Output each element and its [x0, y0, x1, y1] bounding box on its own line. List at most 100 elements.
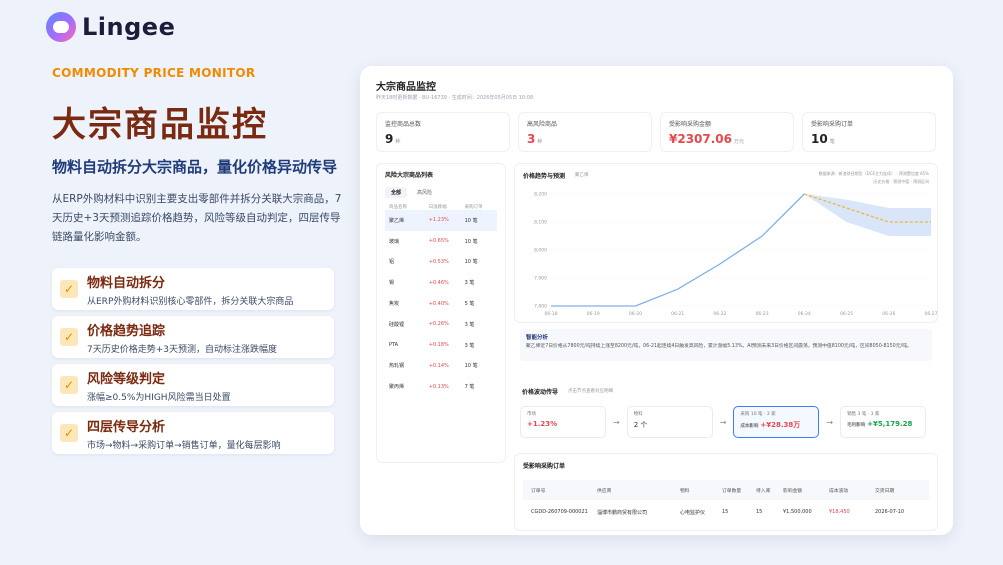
stat-value: ¥2307.06	[669, 132, 733, 146]
node-label: 采购	[740, 412, 750, 417]
tab-high-risk[interactable]: 高风险	[411, 187, 438, 198]
lingee-logo-icon	[46, 12, 76, 42]
list-item[interactable]: 硅酸锂 +0.26% 3 笔	[385, 314, 497, 335]
daily-change: +0.18%	[428, 342, 449, 349]
propagation-title: 价格波动传导	[522, 389, 559, 396]
order-count: 7 笔	[464, 384, 475, 391]
node-market[interactable]: 市场 +1.23%	[520, 406, 606, 438]
commodity-name: 铝	[389, 259, 395, 266]
column-header: 订单号	[531, 488, 546, 494]
daily-change: +0.53%	[428, 258, 449, 265]
node-material[interactable]: 物料 2 个	[626, 406, 713, 438]
risk-list-title: 风险大宗商品列表	[385, 172, 434, 179]
stat-unit: 种	[395, 139, 401, 145]
affected-orders: 受影响采购订单 订单号 供应商 物料 订单数量 待入库 影响金额 成本波动 交货…	[514, 453, 938, 531]
daily-change: +0.46%	[428, 279, 449, 286]
risk-rows: 聚乙烯 +1.23% 10 笔玻璃 +0.65% 10 笔铝 +0.53% 10 笔锡 +0.…	[385, 210, 497, 397]
panel-meta: 昨天18时更新数据 · BU-16739 · 生成时间：2026年05月05日 …	[376, 95, 534, 101]
daily-change: +0.14%	[428, 362, 449, 369]
node-label: 市场	[527, 412, 536, 417]
propagation-subtitle: 点击节点查看对应明细	[568, 389, 613, 394]
x-tick-label: 06-27	[924, 311, 937, 317]
commodity-name: 焦炭	[389, 301, 400, 308]
feature-card: ✓ 物料自动拆分 从ERP外购材料识别核心零部件，拆分关联大宗商品	[52, 268, 334, 310]
chart-title: 价格趋势与预测	[523, 173, 566, 180]
feature-title: 风险等级判定	[87, 371, 166, 387]
legend-forecast: 预测中值	[893, 179, 910, 184]
stat-unit: 种	[537, 139, 543, 145]
ai-title: 智能分析	[526, 335, 549, 341]
hero-title: 大宗商品监控	[52, 105, 268, 145]
check-icon: ✓	[60, 328, 78, 346]
stat-value: 9	[385, 132, 394, 146]
price-trend-chart: 价格趋势与预测 聚乙烯 数据来源：新浪财经期货（DCE主力连续） · 预测置信度…	[514, 163, 938, 323]
commodity-name: 锡	[389, 280, 395, 287]
cost-change: ¥18,450	[829, 509, 850, 515]
list-item[interactable]: 聚乙烯 +1.23% 10 笔	[385, 210, 497, 231]
list-item[interactable]: 玻璃 +0.65% 10 笔	[385, 231, 497, 252]
table-row[interactable]: CGDD-260709-000021 淄博市鹏商贸有限公司 心电监护仪 15 1…	[523, 502, 929, 522]
column-header: 物料	[680, 488, 690, 494]
impact-amount: ¥1,500,000	[783, 509, 812, 515]
dashboard-panel: 大宗商品监控 昨天18时更新数据 · BU-16739 · 生成时间：2026年…	[360, 66, 953, 535]
node-label2: 毛利影响	[847, 423, 866, 428]
column-header: 供应商	[597, 488, 612, 494]
stat-label: 监控商品总数	[385, 121, 422, 128]
supplier: 淄博市鹏商贸有限公司	[597, 509, 648, 516]
feature-desc: 7天历史价格走势+3天预测，自动标注涨跌幅度	[87, 344, 277, 355]
chart-plot: 7,800 7,900 8,000 8,100 8,200 06-18 06-19 06-20…	[534, 192, 938, 318]
x-tick-label: 06-22	[713, 311, 726, 317]
y-tick-label: 7,900	[534, 276, 547, 282]
x-tick-label: 06-26	[882, 311, 895, 317]
brand-logo: Lingee	[46, 12, 175, 42]
list-item[interactable]: 聚丙烯 +0.13% 7 笔	[385, 376, 497, 397]
stat-card-affected-orders: 受影响采购订单 10 笔	[802, 112, 936, 152]
commodity-name: 热轧钢	[389, 363, 405, 370]
daily-change: +0.40%	[428, 300, 449, 307]
tab-all[interactable]: 全部	[385, 187, 408, 198]
commodity-name: 聚丙烯	[389, 384, 405, 391]
hero-description: 从ERP外购材料中识别主要支出零部件并拆分关联大宗商品，7天历史+3天预测追踪价…	[52, 193, 342, 243]
column-header: 交货日期	[875, 488, 895, 494]
brand-name: Lingee	[82, 13, 176, 41]
commodity-name: 硅酸锂	[389, 321, 405, 328]
column-header: 待入库	[756, 488, 771, 494]
feature-list: ✓ 物料自动拆分 从ERP外购材料识别核心零部件，拆分关联大宗商品 ✓ 价格趋势…	[52, 268, 334, 454]
legend-history: 历史价格	[873, 179, 890, 184]
ai-analysis: 智能分析 聚乙烯近7日价格从7800元/吨持续上涨至8200元/吨，06-21起…	[520, 329, 932, 361]
column-header: 影响金额	[783, 488, 803, 494]
order-id: CGDD-260709-000021	[531, 509, 588, 515]
stat-card-affected-amount: 受影响采购金额 ¥2307.06 万元	[660, 112, 794, 152]
stat-label: 受影响采购金额	[669, 121, 712, 128]
risk-table-header: 商品名称 日涨跌幅 采购订单	[385, 204, 497, 210]
y-tick-label: 8,100	[534, 220, 547, 226]
check-icon: ✓	[60, 376, 78, 394]
orders-table-header: 订单号 供应商 物料 订单数量 待入库 影响金额 成本波动 交货日期	[523, 480, 929, 500]
list-item[interactable]: 铝 +0.53% 10 笔	[385, 252, 497, 273]
feature-title: 物料自动拆分	[87, 275, 166, 291]
node-purchase[interactable]: 采购 10 笔 · 3 家 成本影响 +¥28.38万	[733, 406, 820, 438]
list-item[interactable]: PTA +0.18% 3 笔	[385, 335, 497, 356]
list-item[interactable]: 焦炭 +0.40% 5 笔	[385, 293, 497, 314]
x-tick-label: 06-18	[544, 311, 557, 317]
risk-commodity-list: 风险大宗商品列表 全部 高风险 商品名称 日涨跌幅 采购订单 聚乙烯 +1.23%…	[376, 163, 506, 463]
y-tick-label: 8,200	[534, 192, 547, 198]
daily-change: +1.23%	[428, 217, 449, 224]
order-count: 3 笔	[464, 342, 475, 349]
order-count: 10 笔	[464, 238, 478, 245]
arrow-right-icon: →	[719, 417, 727, 427]
node-sales[interactable]: 销售 3 笔 · 3 家 毛利影响 +¥5,179.28	[840, 406, 927, 438]
list-item[interactable]: 热轧钢 +0.14% 10 笔	[385, 356, 497, 377]
x-tick-label: 06-19	[587, 311, 600, 317]
stat-label: 受影响采购订单	[811, 121, 854, 128]
stat-unit: 笔	[829, 139, 835, 145]
check-icon: ✓	[60, 424, 78, 442]
order-count: 10 笔	[464, 217, 478, 224]
y-tick-label: 8,000	[534, 248, 547, 254]
node-value: +1.23%	[527, 420, 558, 428]
stat-value: 10	[811, 132, 828, 146]
x-tick-label: 06-25	[840, 311, 853, 317]
stat-card-total: 监控商品总数 9种	[376, 112, 510, 152]
hero-subtitle: 物料自动拆分大宗商品，量化价格异动传导	[52, 158, 338, 176]
list-item[interactable]: 锡 +0.46% 3 笔	[385, 272, 497, 293]
